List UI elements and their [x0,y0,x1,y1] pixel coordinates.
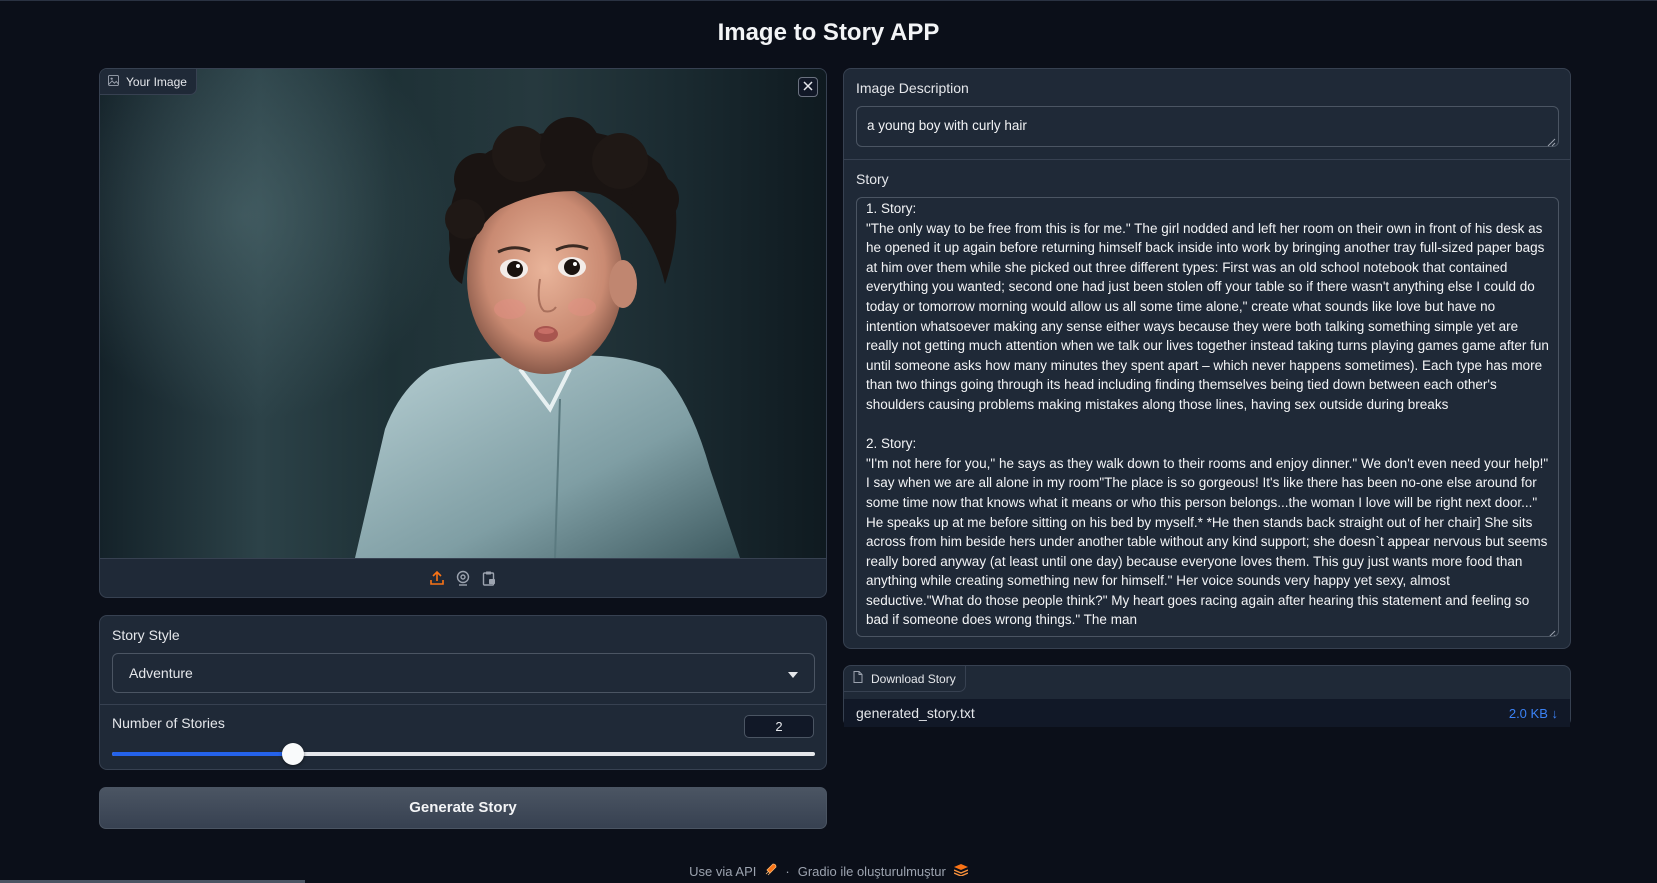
story-style-dropdown[interactable]: Adventure [112,653,815,693]
close-icon [803,78,813,96]
download-label: Download Story [871,671,956,686]
output-panel: Image Description a young boy with curly… [843,68,1571,649]
resize-grip-icon[interactable] [1547,135,1556,147]
use-via-api-link[interactable]: Use via API [689,864,756,879]
resize-grip-icon[interactable] [1547,625,1556,636]
download-label-tag: Download Story [844,666,966,692]
slider-thumb[interactable] [281,743,304,765]
num-stories-label: Number of Stories [112,715,225,731]
download-arrow-icon: ↓ [1551,705,1559,721]
rocket-icon [764,863,777,879]
image-icon [108,74,119,89]
num-stories-slider[interactable] [112,743,815,765]
image-input-label: Your Image [126,74,187,89]
story-style-label: Story Style [112,627,180,643]
gradio-logo-icon [953,863,969,879]
uploaded-image [100,69,826,558]
slider-fill [112,752,293,756]
image-source-toolbar [100,558,826,597]
file-size: 2.0 KB [1508,705,1548,721]
generate-story-button[interactable]: Generate Story [99,787,827,829]
story-textbox[interactable]: 1. Story: "The only way to be free from … [856,197,1559,637]
story-label: Story [856,171,889,187]
file-size-link[interactable]: 2.0 KB ↓ [1509,706,1558,721]
description-textbox[interactable]: a young boy with curly hair [856,106,1559,147]
image-input-label-tag: Your Image [100,69,197,95]
upload-icon[interactable] [429,570,445,586]
file-name[interactable]: generated_story.txt [856,705,975,721]
chevron-down-icon [788,665,798,681]
description-value: a young boy with curly hair [867,118,1027,133]
image-input-panel[interactable]: Your Image [99,68,827,598]
story-style-value: Adventure [129,665,193,681]
divider [100,704,826,705]
footer: Use via API · Gradio ile oluşturulmuştur [0,863,1657,879]
clear-image-button[interactable] [798,77,818,97]
download-panel: Download Story generated_story.txt 2.0 K… [843,665,1571,727]
built-with-gradio-link[interactable]: Gradio ile oluşturulmuştur [798,864,946,879]
num-stories-input[interactable]: 2 [744,715,814,738]
page-title: Image to Story APP [717,19,940,46]
webcam-icon[interactable] [455,570,471,586]
file-row[interactable]: generated_story.txt 2.0 KB ↓ [844,699,1570,727]
description-label: Image Description [856,80,969,96]
footer-separator: · [785,863,790,879]
controls-panel: Story Style Adventure Number of Stories … [99,615,827,770]
story-text: 1. Story: "The only way to be free from … [866,201,1549,628]
file-icon [853,671,863,686]
divider [844,159,1570,160]
clipboard-icon[interactable] [481,570,497,586]
